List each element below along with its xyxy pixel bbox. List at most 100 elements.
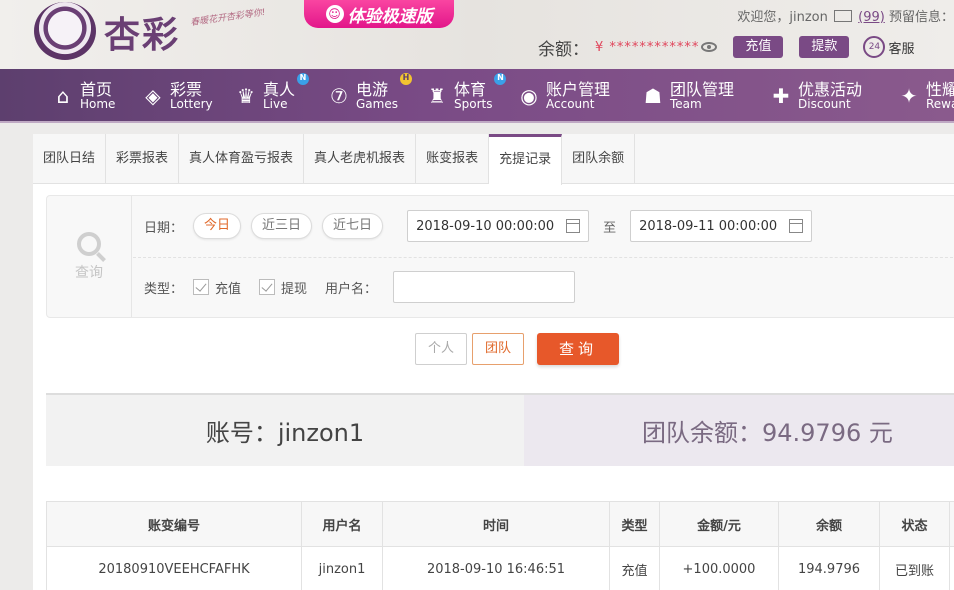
withdraw-checkbox-label: 提现 — [281, 281, 308, 297]
nav-item-reward[interactable]: ✦ 性耀Rewa — [896, 69, 954, 123]
personal-button[interactable]: 个人 — [415, 333, 468, 365]
deposit-checkbox[interactable]: 充值 — [193, 278, 241, 297]
date-row: 日期： 今日 近三日 近七日 2018-09-10 00:00:00 至 201… — [144, 210, 813, 242]
tab-live-sports-report[interactable]: 真人体育盈亏报表 — [179, 134, 305, 184]
customer-service-label: 客服 — [888, 41, 915, 57]
cell-status: 已到账 — [879, 546, 950, 590]
account-icon: ◉ — [520, 84, 538, 108]
content-panel: 团队日结 彩票报表 真人体育盈亏报表 真人老虎机报表 账变报表 充提记录 团队余… — [33, 134, 954, 590]
gift-icon: ✚ — [772, 84, 790, 108]
withdraw-button[interactable]: 提款 — [799, 36, 850, 58]
deposit-button[interactable]: 充值 — [733, 36, 784, 58]
hot-badge: H — [399, 72, 412, 85]
nav-item-discount[interactable]: ✚ 优惠活动 Discount — [768, 69, 862, 123]
message-count-link[interactable]: (99) — [858, 10, 885, 25]
tab-deposit-withdraw-records[interactable]: 充提记录 — [489, 134, 563, 185]
customer-service-link[interactable]: 24 客服 — [863, 36, 914, 58]
new-badge: N — [494, 72, 507, 85]
home-icon: ⌂ — [56, 84, 70, 108]
logo-emblem-icon[interactable] — [34, 2, 96, 60]
username-label: 用户名： — [325, 281, 378, 297]
records-table: 账变编号 用户名 时间 类型 金额/元 余额 状态 20180910VEEHCF… — [46, 501, 954, 590]
eye-icon[interactable] — [701, 42, 718, 52]
username-input[interactable] — [393, 271, 576, 303]
table-row: 20180910VEEHCFAFHK jinzon1 2018-09-10 16… — [46, 546, 954, 590]
end-date-input[interactable]: 2018-09-11 00:00:00 — [630, 210, 813, 242]
calendar-icon[interactable] — [789, 219, 804, 233]
nav-label-cn: 首页 — [80, 79, 113, 99]
nav-label-cn: 彩票 — [170, 79, 203, 99]
new-badge: N — [297, 72, 310, 85]
cell-balance: 194.9796 — [778, 546, 880, 590]
seven-icon: ⑦ — [330, 84, 348, 108]
team-button[interactable]: 团队 — [472, 333, 525, 365]
nav-item-account[interactable]: ◉ 账户管理 Account — [516, 69, 610, 123]
logo-text[interactable]: 杏彩 — [104, 6, 180, 58]
query-button[interactable]: 查询 — [537, 333, 620, 365]
nav-item-lottery[interactable]: ◈ 彩票 Lottery — [140, 69, 213, 123]
summary-bar: 账号：jinzon1 团队余额：94.9796 元 — [46, 393, 954, 466]
trophy-icon: ♜ — [428, 84, 446, 108]
checkbox-icon — [193, 279, 210, 295]
cell-time: 2018-09-10 16:46:51 — [382, 546, 610, 590]
account-summary: 账号：jinzon1 — [46, 395, 524, 466]
balance-label: 余额： — [538, 39, 589, 60]
deposit-checkbox-label: 充值 — [215, 281, 242, 297]
notice-label: 预留信息： — [888, 10, 954, 25]
tab-transaction-report[interactable]: 账变报表 — [416, 134, 490, 184]
customer-service-icon: 24 — [863, 36, 886, 58]
checkbox-icon — [259, 279, 276, 295]
type-label: 类型： — [144, 281, 184, 297]
nav-item-home[interactable]: ⌂ 首页 Home — [50, 69, 116, 123]
reward-icon: ✦ — [900, 84, 918, 108]
balance-value: ¥ ************ — [595, 39, 700, 55]
cell-transaction-id: 20180910VEEHCFAFHK — [46, 546, 302, 590]
nav-label-en: Games — [356, 97, 398, 112]
promo-label: 体验极速版 — [347, 6, 433, 27]
last-three-days-button[interactable]: 近三日 — [251, 213, 313, 239]
withdraw-checkbox[interactable]: 提现 — [259, 278, 307, 297]
nav-label-en: Lottery — [170, 97, 213, 112]
cell-username: jinzon1 — [301, 546, 383, 590]
nav-label-cn: 电游 — [356, 79, 389, 99]
col-header-extra — [949, 501, 954, 547]
calendar-icon[interactable] — [566, 219, 581, 233]
main-nav: ⌂ 首页 Home ◈ 彩票 Lottery ♛ 真人 Live N ⑦ 电游 Games… — [0, 69, 954, 123]
col-header-balance: 余额 — [778, 501, 880, 547]
today-button[interactable]: 今日 — [193, 213, 242, 239]
nav-item-sports[interactable]: ♜ 体育 Sports N — [424, 69, 507, 123]
nav-label-cn: 账户管理 — [546, 79, 611, 99]
top-header: 杏彩 春暖花开杏彩等你! ☺ 体验极速版 欢迎您，jinzon (99) 预留信… — [0, 0, 954, 69]
nav-label-cn: 优惠活动 — [798, 79, 863, 99]
nav-label-cn: 性耀 — [926, 79, 954, 99]
filter-box: 查询 日期： 今日 近三日 近七日 2018-09-10 00:00:00 至 … — [46, 195, 954, 318]
nav-item-team[interactable]: ☗ 团队管理 Team — [640, 69, 734, 123]
end-date-value: 2018-09-11 00:00:00 — [639, 218, 778, 234]
promo-fast-version-button[interactable]: ☺ 体验极速版 — [304, 0, 454, 28]
filter-divider — [133, 257, 954, 258]
date-label: 日期： — [144, 220, 184, 236]
promo-icon: ☺ — [325, 5, 344, 23]
nav-label-cn: 团队管理 — [670, 79, 735, 99]
nav-label-cn: 真人 — [263, 79, 296, 99]
to-label: 至 — [603, 220, 617, 236]
type-row: 类型： 充值 提现 用户名： — [144, 271, 576, 303]
filter-side: 查询 — [47, 196, 132, 317]
last-seven-days-button[interactable]: 近七日 — [322, 213, 384, 239]
report-tabs: 团队日结 彩票报表 真人体育盈亏报表 真人老虎机报表 账变报表 充提记录 团队余… — [33, 134, 954, 185]
col-header-status: 状态 — [879, 501, 950, 547]
mail-icon[interactable] — [834, 10, 853, 22]
nav-label-en: Sports — [454, 97, 493, 112]
table-header-row: 账变编号 用户名 时间 类型 金额/元 余额 状态 — [46, 501, 954, 547]
start-date-input[interactable]: 2018-09-10 00:00:00 — [407, 210, 590, 242]
welcome-text: 欢迎您，jinzon — [737, 10, 828, 25]
tab-slots-report[interactable]: 真人老虎机报表 — [304, 134, 417, 184]
tab-team-daily[interactable]: 团队日结 — [33, 134, 107, 184]
nav-item-live[interactable]: ♛ 真人 Live N — [233, 69, 310, 123]
col-header-transaction-id: 账变编号 — [46, 501, 302, 547]
start-date-value: 2018-09-10 00:00:00 — [416, 218, 555, 234]
nav-item-games[interactable]: ⑦ 电游 Games H — [326, 69, 412, 123]
tab-lottery-report[interactable]: 彩票报表 — [106, 134, 180, 184]
nav-label-en: Live — [263, 97, 288, 112]
tab-team-balance[interactable]: 团队余额 — [562, 134, 636, 184]
